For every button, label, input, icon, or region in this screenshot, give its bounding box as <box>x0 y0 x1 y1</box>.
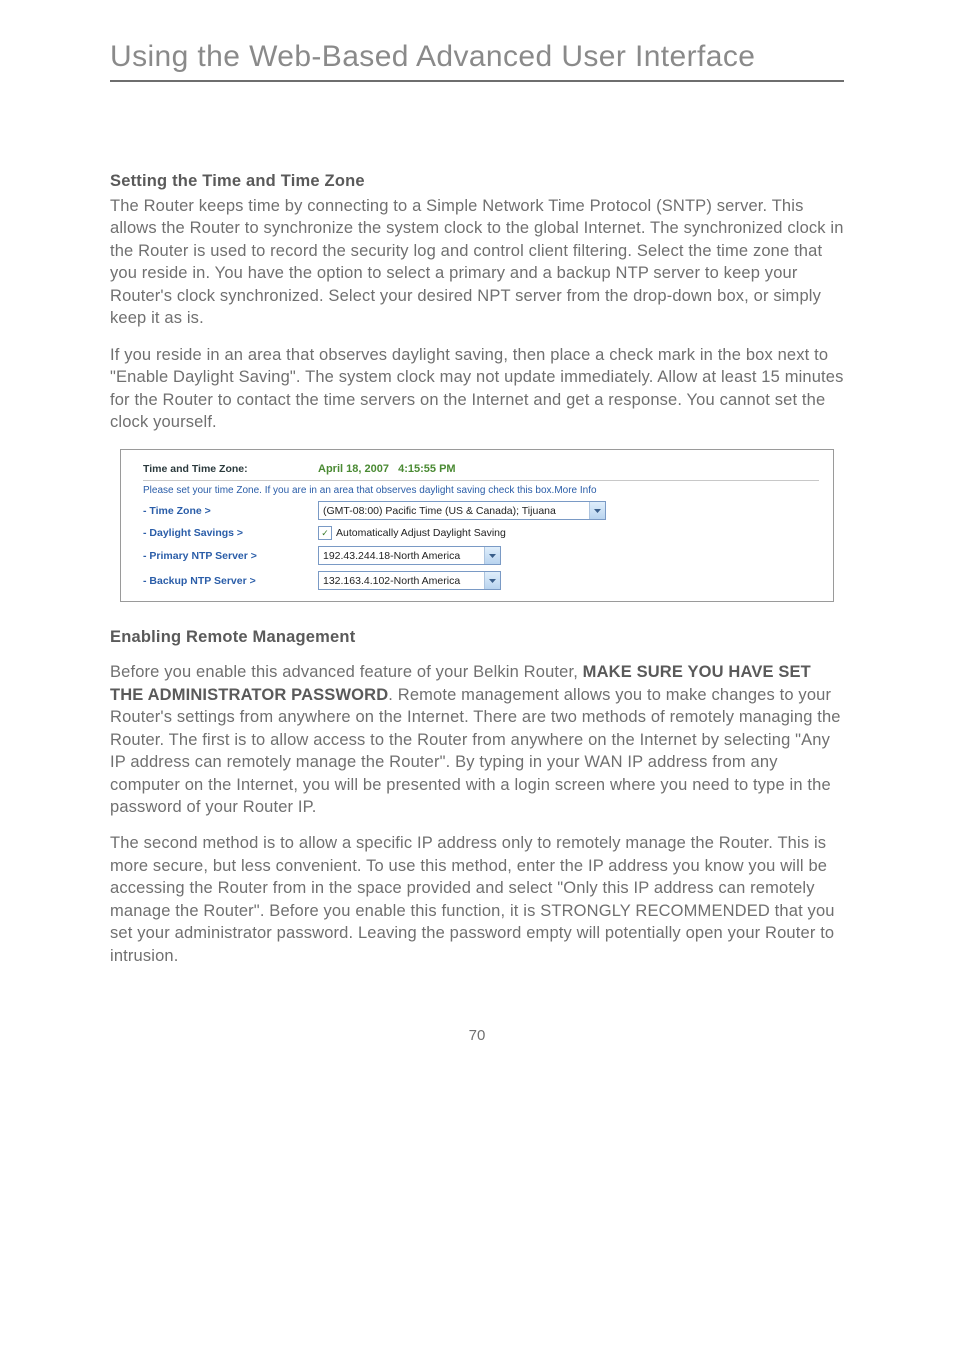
fig-label-daylight[interactable]: - Daylight Savings > <box>143 527 318 539</box>
backup-ntp-select[interactable]: 132.163.4.102-North America <box>318 571 501 590</box>
checkbox-icon: ✓ <box>318 526 332 540</box>
daylight-checkbox-label: Automatically Adjust Daylight Saving <box>336 527 506 539</box>
chevron-down-icon <box>589 502 605 519</box>
backup-ntp-value: 132.163.4.102-North America <box>319 575 484 587</box>
paragraph-time-zone-1: The Router keeps time by connecting to a… <box>110 195 844 330</box>
fig-note: Please set your time Zone. If you are in… <box>143 485 819 496</box>
fig-label-primary-ntp[interactable]: - Primary NTP Server > <box>143 550 318 562</box>
fig-header-datetime: April 18, 2007 4:15:55 PM <box>318 463 819 475</box>
fig-label-backup-ntp[interactable]: - Backup NTP Server > <box>143 575 318 587</box>
heading-remote-mgmt: Enabling Remote Management <box>110 628 844 647</box>
paragraph-remote-1b: . Remote management allows you to make c… <box>110 686 841 816</box>
primary-ntp-select[interactable]: 192.43.244.18-North America <box>318 546 501 565</box>
fig-divider <box>143 480 819 481</box>
time-zone-figure: Time and Time Zone: April 18, 2007 4:15:… <box>120 449 834 602</box>
fig-label-timezone[interactable]: - Time Zone > <box>143 505 318 517</box>
timezone-select-value: (GMT-08:00) Pacific Time (US & Canada); … <box>319 505 589 517</box>
page-number: 70 <box>110 1027 844 1044</box>
paragraph-remote-1a: Before you enable this advanced feature … <box>110 663 583 681</box>
page-title: Using the Web-Based Advanced User Interf… <box>110 40 844 74</box>
title-rule <box>110 80 844 82</box>
chevron-down-icon <box>484 547 500 564</box>
daylight-checkbox-wrap[interactable]: ✓ Automatically Adjust Daylight Saving <box>318 526 506 540</box>
paragraph-remote-1: Before you enable this advanced feature … <box>110 661 844 818</box>
paragraph-remote-2: The second method is to allow a specific… <box>110 832 844 967</box>
heading-time-zone: Setting the Time and Time Zone <box>110 172 844 191</box>
paragraph-time-zone-2: If you reside in an area that observes d… <box>110 344 844 434</box>
chevron-down-icon <box>484 572 500 589</box>
fig-header-label: Time and Time Zone: <box>143 463 318 475</box>
primary-ntp-value: 192.43.244.18-North America <box>319 550 484 562</box>
timezone-select[interactable]: (GMT-08:00) Pacific Time (US & Canada); … <box>318 501 606 520</box>
